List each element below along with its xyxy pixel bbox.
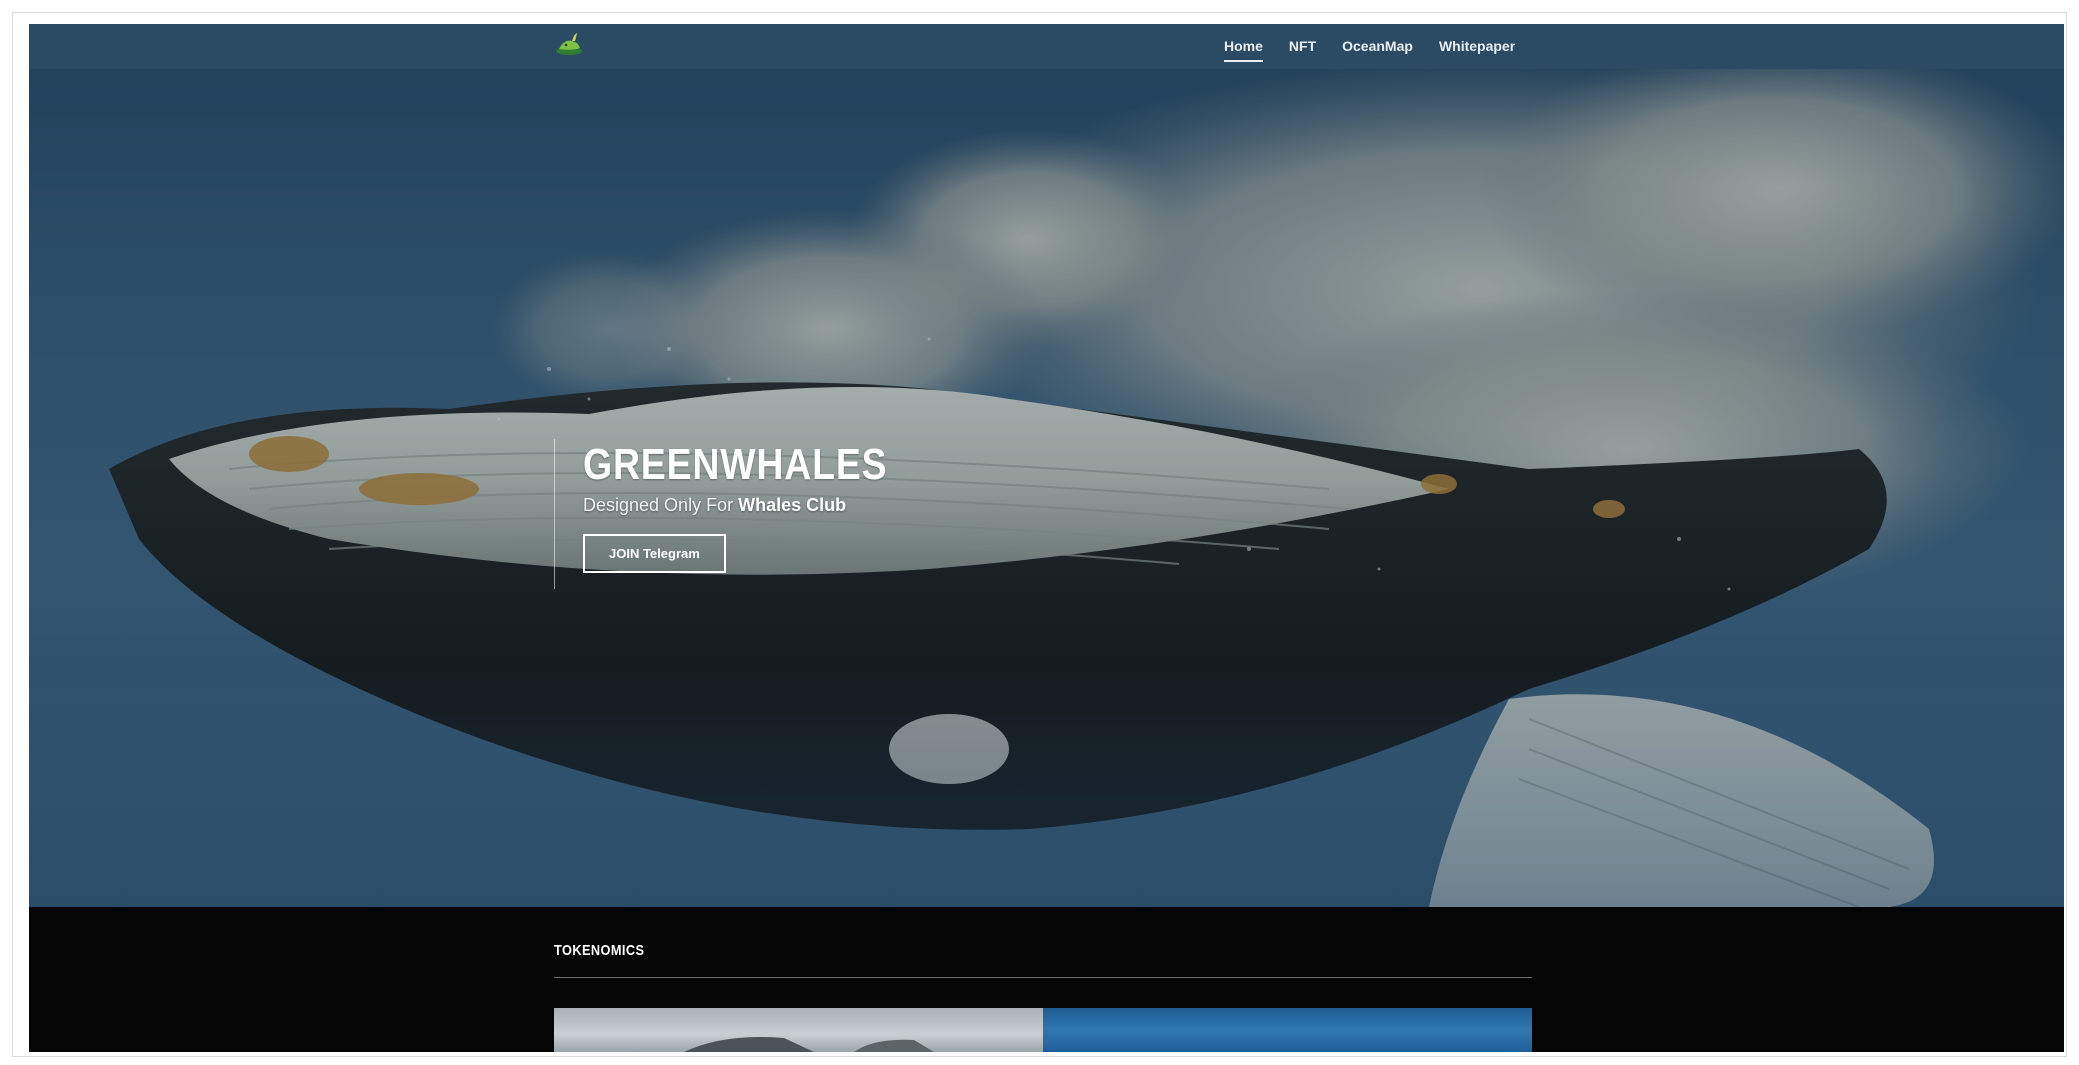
tokenomics-title: TOKENOMICS (554, 942, 645, 959)
nav-oceanmap[interactable]: OceanMap (1342, 34, 1413, 60)
top-navbar: Home NFT OceanMap Whitepaper (29, 24, 2064, 69)
logo-graphic (556, 33, 582, 55)
page-viewport: Home NFT OceanMap Whitepaper GREENWHALES… (29, 24, 2064, 1052)
thumb-graphic-1 (684, 1036, 934, 1052)
nav-nft[interactable]: NFT (1289, 34, 1316, 60)
hero-subtitle-emphasis: Whales Club (738, 495, 847, 515)
green-whale-logo-icon[interactable] (554, 29, 584, 59)
hero-subtitle: Designed Only For Whales Club (583, 495, 941, 516)
join-telegram-button[interactable]: JOIN Telegram (583, 534, 726, 573)
main-nav: Home NFT OceanMap Whitepaper (1224, 24, 1515, 69)
hero-subtitle-prefix: Designed Only For (583, 495, 739, 515)
tokenomics-section: TOKENOMICS (29, 907, 2064, 1052)
hero-section: GREENWHALES Designed Only For Whales Clu… (29, 69, 2064, 907)
nav-home[interactable]: Home (1224, 34, 1263, 62)
humpback-whale-breaching-photo (29, 69, 2064, 907)
blue-ocean-photo[interactable] (1043, 1008, 1532, 1052)
hero-content: GREENWHALES Designed Only For Whales Clu… (554, 439, 941, 589)
hero-title: GREENWHALES (583, 440, 888, 489)
whale-on-ice-photo[interactable] (554, 1008, 1043, 1052)
section-divider (554, 977, 1532, 978)
nav-whitepaper[interactable]: Whitepaper (1439, 34, 1515, 60)
